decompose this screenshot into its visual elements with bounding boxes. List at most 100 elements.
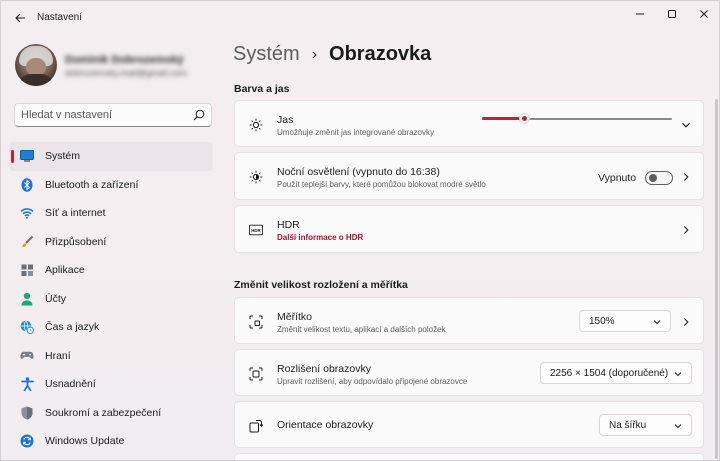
hdr-info-link[interactable]: Další informace o HDR xyxy=(277,233,363,242)
section-title-scale: Změnit velikost rozložení a měřítka xyxy=(234,279,408,291)
breadcrumb-parent[interactable]: Systém xyxy=(233,43,300,66)
resolution-subtitle: Upravit rozlišení, aby odpovídalo připoj… xyxy=(277,377,468,386)
night-light-icon xyxy=(249,170,263,184)
resolution-title: Rozlišení obrazovky xyxy=(277,363,371,375)
night-light-card[interactable]: Noční osvětlení (vypnuto do 16:38) Použí… xyxy=(234,152,704,200)
scale-card: Měřítko Změnit velikost textu, aplikací … xyxy=(234,297,704,344)
toggle-knob xyxy=(649,174,657,182)
chevron-right-icon[interactable] xyxy=(681,317,691,327)
night-light-title: Noční osvětlení (vypnuto do 16:38) xyxy=(277,166,440,178)
avatar[interactable] xyxy=(15,44,57,86)
scale-title: Měřítko xyxy=(277,311,313,323)
minimize-button[interactable] xyxy=(623,5,657,23)
profile-name: Dominik Dobrozemský xyxy=(65,54,184,66)
orientation-value: Na šířku xyxy=(609,420,647,431)
wifi-icon xyxy=(20,206,34,220)
orientation-title: Orientace obrazovky xyxy=(277,419,374,431)
minimize-icon xyxy=(636,13,644,15)
scrollbar[interactable] xyxy=(715,99,718,459)
breadcrumb: Systém › Obrazovka xyxy=(233,43,431,66)
sidebar-item-label: Usnadnění xyxy=(45,378,96,391)
chevron-down-icon xyxy=(674,424,682,429)
sidebar-item-system[interactable]: Systém xyxy=(9,142,213,171)
title-bar: Nastavení xyxy=(1,1,719,35)
sidebar-item-label: Síť a internet xyxy=(45,207,106,220)
night-light-state-label: Vypnuto xyxy=(598,172,637,184)
orientation-card: Orientace obrazovky Na šířku xyxy=(234,401,704,448)
sidebar-item-bluetooth[interactable]: Bluetooth a zařízení xyxy=(9,171,213,200)
app-title: Nastavení xyxy=(37,12,83,23)
chevron-right-icon[interactable] xyxy=(681,225,691,235)
section-title-color: Barva a jas xyxy=(234,83,290,95)
sidebar-item-label: Účty xyxy=(45,292,66,305)
orientation-icon xyxy=(249,419,263,433)
maximize-button[interactable] xyxy=(655,5,689,23)
brightness-card: Jas Umožňuje změnit jas integrované obra… xyxy=(234,100,704,147)
night-light-toggle[interactable] xyxy=(645,171,673,185)
accessibility-icon xyxy=(20,377,34,392)
resolution-card: Rozlišení obrazovky Upravit rozlišení, a… xyxy=(234,349,704,396)
scale-value: 150% xyxy=(589,316,615,327)
svg-text:HDR: HDR xyxy=(251,228,261,233)
slider-fill xyxy=(482,117,524,120)
expand-chevron-icon[interactable] xyxy=(681,120,691,130)
brightness-title: Jas xyxy=(277,114,294,126)
back-button[interactable] xyxy=(9,8,31,28)
scale-icon xyxy=(249,315,263,329)
resolution-dropdown[interactable]: 2256 × 1504 (doporučené) xyxy=(540,362,692,384)
sidebar-item-personalization[interactable]: Přizpůsobení xyxy=(9,228,213,257)
night-light-subtitle: Použít teplejší barvy, které pomůžou blo… xyxy=(277,180,486,189)
hdr-card[interactable]: HDR HDR Další informace o HDR xyxy=(234,205,704,253)
chevron-down-icon xyxy=(674,372,682,377)
sidebar-item-windows-update[interactable]: Windows Update xyxy=(9,427,213,456)
profile-email: dobrozemsky.mail@gmail.com xyxy=(65,68,188,78)
resolution-icon xyxy=(249,367,263,381)
brush-icon xyxy=(20,235,34,249)
update-icon xyxy=(20,434,34,448)
search-input[interactable] xyxy=(21,107,191,123)
sidebar-item-label: Systém xyxy=(45,150,81,163)
monitor-icon xyxy=(20,149,34,163)
sidebar-item-label: Bluetooth a zařízení xyxy=(45,178,139,191)
sidebar-item-label: Čas a jazyk xyxy=(45,321,100,334)
maximize-icon xyxy=(668,10,676,18)
sidebar-item-label: Soukromí a zabezpečení xyxy=(45,406,162,419)
close-button[interactable] xyxy=(687,5,719,23)
brightness-subtitle: Umožňuje změnit jas integrované obrazovk… xyxy=(277,128,434,137)
gamepad-icon xyxy=(20,349,34,363)
sidebar-item-accessibility[interactable]: Usnadnění xyxy=(9,370,213,399)
sidebar-item-gaming[interactable]: Hraní xyxy=(9,342,213,371)
sidebar-item-label: Windows Update xyxy=(45,435,125,448)
scale-dropdown[interactable]: 150% xyxy=(579,310,671,332)
settings-window: Nastavení Dominik Dobrozemský dobrozemsk… xyxy=(0,0,720,461)
apps-icon xyxy=(20,263,34,277)
sidebar-item-label: Hraní xyxy=(45,349,71,362)
page-title: Obrazovka xyxy=(329,43,432,65)
next-setting-card xyxy=(234,453,704,460)
sidebar-item-apps[interactable]: Aplikace xyxy=(9,256,213,285)
chevron-down-icon xyxy=(653,320,661,325)
brightness-slider[interactable] xyxy=(482,112,672,126)
breadcrumb-separator: › xyxy=(311,45,318,63)
globe-clock-icon xyxy=(20,320,34,335)
chevron-right-icon[interactable] xyxy=(681,172,691,182)
search-box[interactable] xyxy=(14,103,212,127)
hdr-title: HDR xyxy=(277,219,300,231)
sidebar-item-label: Přizpůsobení xyxy=(45,235,107,248)
orientation-dropdown[interactable]: Na šířku xyxy=(599,414,692,436)
search-icon[interactable] xyxy=(193,109,205,121)
shield-icon xyxy=(20,406,34,420)
sidebar-item-accounts[interactable]: Účty xyxy=(9,285,213,314)
sidebar-item-privacy[interactable]: Soukromí a zabezpečení xyxy=(9,399,213,428)
person-icon xyxy=(20,292,34,306)
sidebar-item-network[interactable]: Síť a internet xyxy=(9,199,213,228)
bluetooth-icon xyxy=(20,177,34,192)
avatar-body xyxy=(19,74,53,86)
slider-thumb[interactable] xyxy=(518,113,530,124)
sun-icon xyxy=(249,118,263,132)
sidebar-nav: Systém Bluetooth a zařízení Síť a intern… xyxy=(9,142,213,456)
sidebar-item-time-language[interactable]: Čas a jazyk xyxy=(9,313,213,342)
close-icon xyxy=(700,10,708,18)
sidebar-item-label: Aplikace xyxy=(45,264,85,277)
hdr-icon: HDR xyxy=(249,223,263,237)
